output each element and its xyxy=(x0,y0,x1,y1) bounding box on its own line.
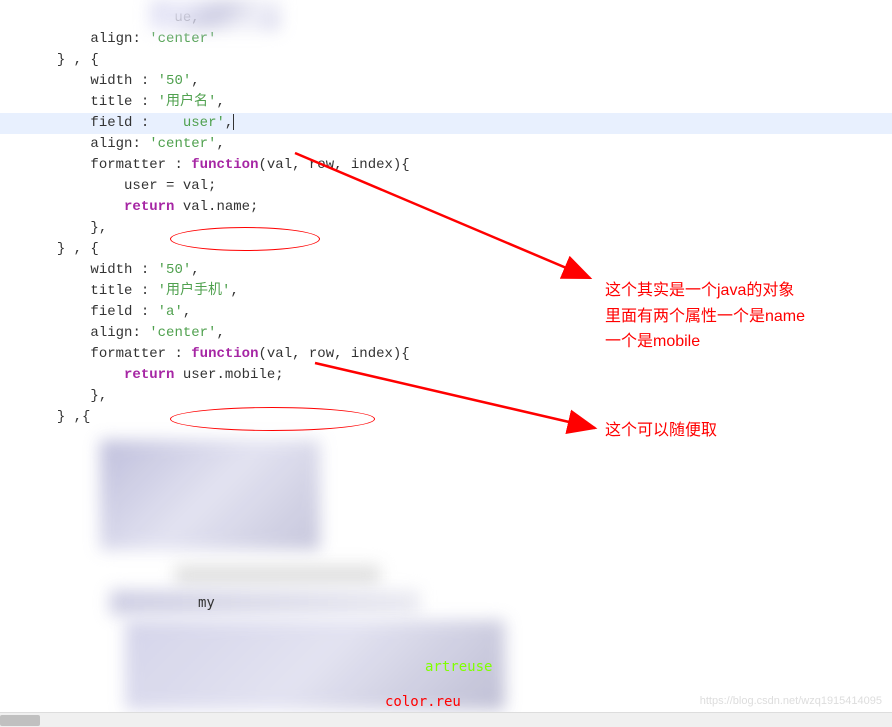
code-editor: ue, align: 'center' } , { width : '50', … xyxy=(0,0,892,436)
code-line-highlighted[interactable]: field : user', xyxy=(0,113,892,134)
code-line[interactable]: } , { xyxy=(0,50,892,71)
blurred-region xyxy=(150,0,280,30)
code-line[interactable]: return user.mobile; xyxy=(0,365,892,386)
code-line[interactable]: align: 'center', xyxy=(0,134,892,155)
code-fragment: my xyxy=(198,593,215,614)
blurred-region xyxy=(110,590,420,615)
code-line[interactable]: formatter : function(val, row, index){ xyxy=(0,155,892,176)
cursor xyxy=(233,114,234,130)
annotation-ellipse xyxy=(170,407,375,431)
code-fragment: artreuse xyxy=(425,657,492,678)
code-line[interactable]: }, xyxy=(0,218,892,239)
watermark: https://blog.csdn.net/wzq1915414095 xyxy=(700,693,882,710)
code-line[interactable]: title : '用户名', xyxy=(0,92,892,113)
code-line[interactable]: ue, xyxy=(0,8,892,29)
code-line[interactable]: return val.name; xyxy=(0,197,892,218)
horizontal-scrollbar[interactable] xyxy=(0,712,892,727)
code-line[interactable]: } , { xyxy=(0,239,892,260)
code-line[interactable]: align: 'center' xyxy=(0,29,892,50)
code-line[interactable]: } ,{ xyxy=(0,407,892,428)
scrollbar-thumb[interactable] xyxy=(0,715,40,726)
blurred-region xyxy=(175,565,380,585)
code-fragment: color.reu xyxy=(385,692,461,713)
code-line[interactable]: width : '50', xyxy=(0,71,892,92)
blurred-region xyxy=(100,440,320,550)
code-line[interactable]: user = val; xyxy=(0,176,892,197)
annotation-text: 这个其实是一个java的对象 里面有两个属性一个是name 一个是mobile xyxy=(605,278,805,355)
code-line[interactable]: }, xyxy=(0,386,892,407)
annotation-ellipse xyxy=(170,227,320,251)
annotation-text: 这个可以随便取 xyxy=(605,418,717,444)
